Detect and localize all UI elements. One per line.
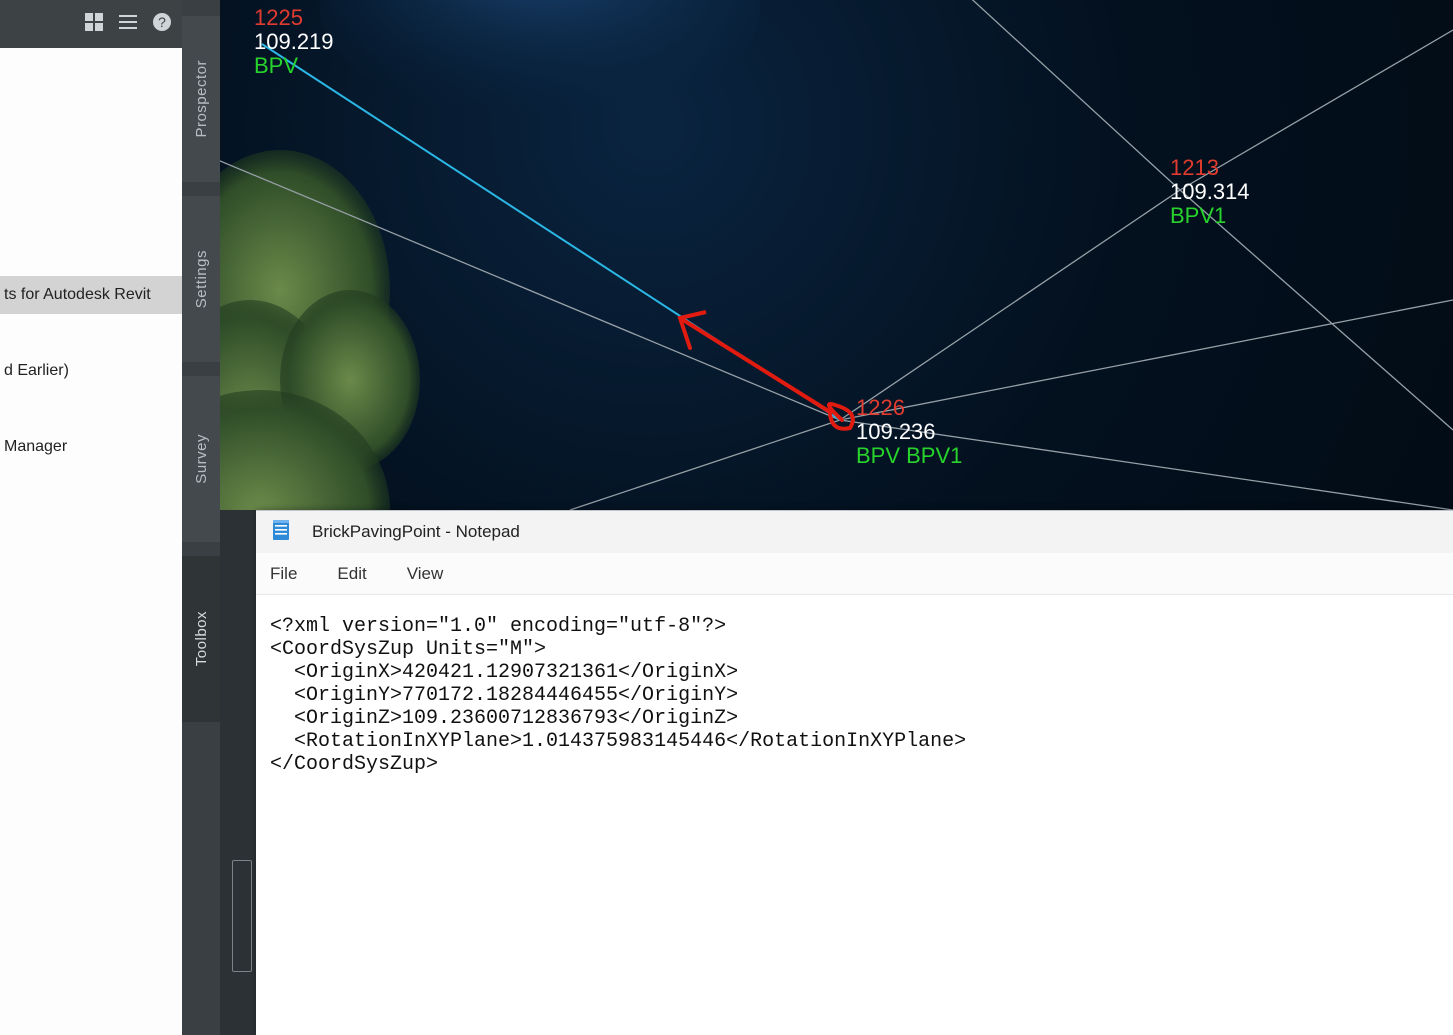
list-icon[interactable] bbox=[118, 12, 138, 37]
toolspace-tree-panel: ? ts for Autodesk Revit d Earlier) Manag… bbox=[0, 0, 182, 1035]
tree-row[interactable] bbox=[0, 238, 182, 276]
tree-row[interactable]: d Earlier) bbox=[0, 352, 182, 390]
help-icon[interactable]: ? bbox=[152, 12, 172, 37]
tab-prospector[interactable]: Prospector bbox=[182, 16, 220, 182]
tree-row-selected[interactable]: ts for Autodesk Revit bbox=[0, 276, 182, 314]
menu-file[interactable]: File bbox=[270, 564, 297, 584]
tree-row[interactable] bbox=[0, 86, 182, 124]
tab-survey[interactable]: Survey bbox=[182, 376, 220, 542]
tree-header: ? bbox=[0, 0, 182, 48]
tree-row[interactable] bbox=[0, 200, 182, 238]
drawing-viewport[interactable]: 1225 109.219 BPV 1213 109.314 BPV1 1226 … bbox=[220, 0, 1453, 510]
menu-edit[interactable]: Edit bbox=[337, 564, 366, 584]
tree-row[interactable] bbox=[0, 390, 182, 428]
notepad-textarea[interactable]: <?xml version="1.0" encoding="utf-8"?> <… bbox=[256, 595, 1453, 796]
tab-toolbox[interactable]: Toolbox bbox=[182, 556, 220, 722]
aerial-background bbox=[220, 0, 1453, 510]
notepad-menubar: File Edit View bbox=[256, 553, 1453, 595]
svg-text:?: ? bbox=[158, 14, 166, 30]
notepad-titlebar[interactable]: BrickPavingPoint - Notepad bbox=[256, 511, 1453, 553]
tree-body[interactable]: ts for Autodesk Revit d Earlier) Manager bbox=[0, 48, 182, 1035]
tree-row[interactable]: Manager bbox=[0, 428, 182, 466]
menu-view[interactable]: View bbox=[407, 564, 444, 584]
tab-settings[interactable]: Settings bbox=[182, 196, 220, 362]
notepad-window: BrickPavingPoint - Notepad File Edit Vie… bbox=[256, 510, 1453, 1035]
tree-row[interactable] bbox=[0, 314, 182, 352]
tree-row[interactable] bbox=[0, 162, 182, 200]
layout-icon[interactable] bbox=[84, 12, 104, 37]
toolspace-rail: Prospector Settings Survey Toolbox bbox=[182, 0, 220, 1035]
notepad-title-text: BrickPavingPoint - Notepad bbox=[312, 522, 520, 542]
notepad-icon bbox=[272, 519, 290, 546]
tree-row[interactable] bbox=[0, 124, 182, 162]
tree-row[interactable] bbox=[0, 48, 182, 86]
